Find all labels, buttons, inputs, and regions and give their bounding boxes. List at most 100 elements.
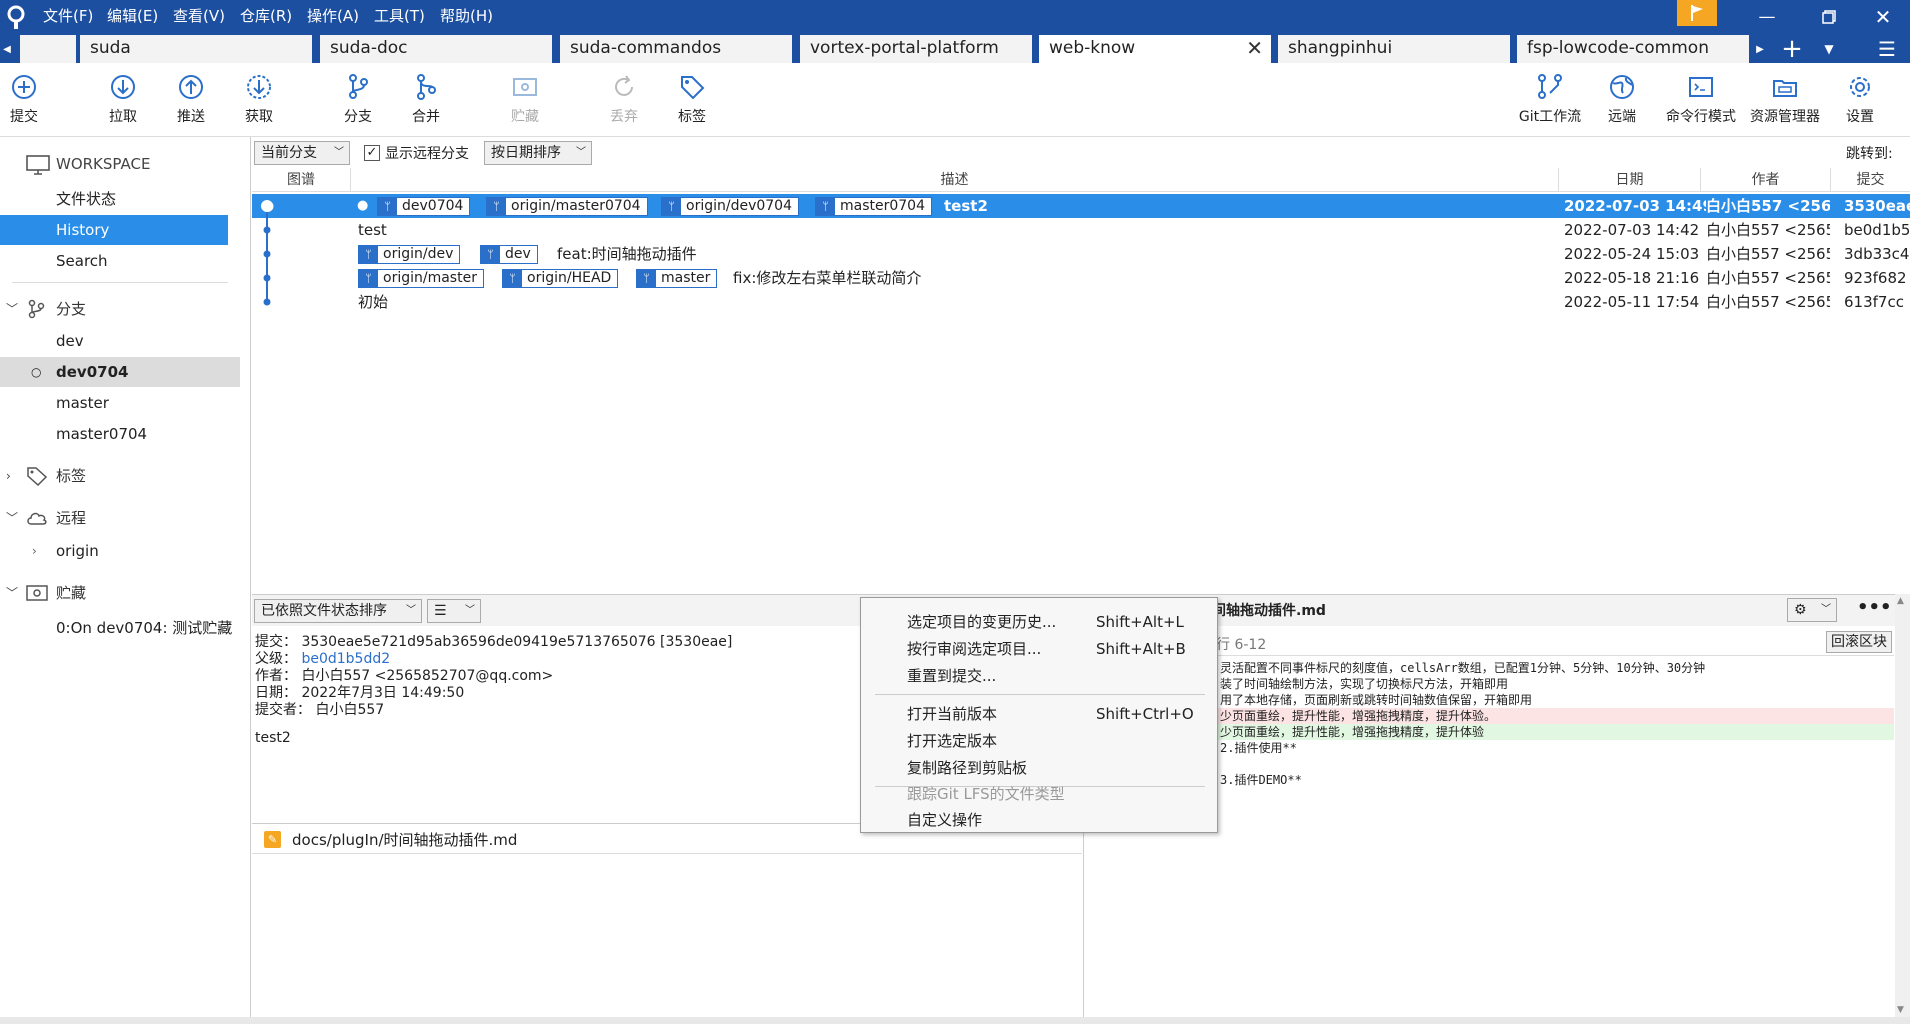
stash-button[interactable]: 贮藏	[495, 73, 555, 126]
commit-row[interactable]: 初始 2022-05-11 17:54 白小白557 <2565 613f7cc	[252, 290, 1910, 314]
ref-badge[interactable]: ᛘ origin/master	[358, 269, 484, 288]
ref-badge[interactable]: ᛘ dev0704	[377, 197, 471, 216]
tab-blank[interactable]	[20, 35, 78, 63]
vertical-scrollbar[interactable]: ▲ ▼	[1895, 594, 1910, 1017]
tab-suda-doc[interactable]: suda-doc	[320, 35, 554, 63]
show-remote-checkbox[interactable]: ✓	[364, 145, 380, 161]
sidebar-branch-master[interactable]: master	[0, 388, 240, 418]
branch-filter-select[interactable]: 当前分支 ﹀	[254, 141, 350, 165]
remote-button[interactable]: 远端	[1592, 73, 1652, 126]
view-mode-select[interactable]: ☰ ﹀	[427, 599, 481, 623]
stashes-label: 贮藏	[56, 584, 87, 602]
branch-filter-value: 当前分支	[261, 145, 317, 161]
menu-item-blame[interactable]: 按行审阅选定项目... Shift+Alt+B	[861, 636, 1217, 662]
column-header-commit[interactable]: 提交	[1830, 168, 1910, 192]
sort-select[interactable]: 按日期排序 ﹀	[484, 141, 592, 165]
branch-icon: ᛘ	[359, 270, 378, 287]
jump-to-label[interactable]: 跳转到:	[1846, 143, 1893, 163]
sidebar-item-history[interactable]: History	[0, 215, 228, 245]
tab-list-dropdown[interactable]: ▼	[1818, 39, 1840, 59]
fetch-button[interactable]: 获取	[229, 73, 289, 126]
tab-shangpinhui[interactable]: shangpinhui	[1278, 35, 1512, 63]
menu-item-custom-actions[interactable]: 自定义操作	[861, 807, 1217, 833]
tab-vortex-portal-platform[interactable]: vortex-portal-platform	[800, 35, 1034, 63]
menu-file[interactable]: 文件(F)	[43, 5, 93, 26]
column-header-author[interactable]: 作者	[1700, 168, 1830, 192]
commit-row[interactable]: ᛘ origin/master ᛘ origin/HEAD ᛘ master fix:…	[252, 266, 1910, 290]
hamburger-menu-button[interactable]: ☰	[1872, 37, 1902, 61]
close-window-button[interactable]: ✕	[1856, 0, 1910, 33]
column-header-description[interactable]: 描述	[350, 168, 1558, 192]
explorer-button[interactable]: 资源管理器	[1744, 73, 1826, 126]
column-header-date[interactable]: 日期	[1558, 168, 1700, 192]
commit-date: 2022-07-03 14:49	[1564, 197, 1706, 215]
tab-label: shangpinhui	[1288, 38, 1393, 58]
menu-item-copy-path[interactable]: 复制路径到剪贴板	[861, 755, 1217, 781]
ref-badge[interactable]: ᛘ master0704	[815, 197, 932, 216]
merge-button[interactable]: 合并	[396, 73, 456, 126]
ref-badge[interactable]: ᛘ origin/dev0704	[661, 197, 799, 216]
branch-icon: ᛘ	[378, 198, 397, 215]
sidebar-branch-master0704[interactable]: master0704	[0, 419, 240, 449]
ref-badge[interactable]: ᛘ dev	[480, 245, 538, 264]
gitflow-button[interactable]: Git工作流	[1511, 73, 1589, 126]
commit-row[interactable]: ◎ ● ᛘdev0704 ᛘorigin/master0704 ᛘorigin/…	[252, 194, 1910, 218]
sidebar-item-search[interactable]: Search	[0, 246, 240, 276]
column-header-graph[interactable]: 图谱	[252, 168, 350, 192]
sidebar-stash-item[interactable]: 0:On dev0704: 测试贮藏	[0, 613, 240, 643]
more-options-icon[interactable]: •••	[1857, 597, 1892, 618]
tab-close-icon[interactable]: ✕	[1246, 35, 1263, 61]
commit-button[interactable]: 提交	[0, 73, 54, 126]
tab-fsp-lowcode-common[interactable]: fsp-lowcode-common	[1517, 35, 1751, 63]
tab-web-know[interactable]: web-know ✕	[1039, 35, 1273, 63]
tab-suda[interactable]: suda	[80, 35, 314, 63]
rollback-hunk-button[interactable]: 回滚区块	[1826, 631, 1892, 653]
ref-badge[interactable]: ᛘ master	[636, 269, 718, 288]
terminal-button[interactable]: 命令行模式	[1660, 73, 1742, 126]
pull-label: 拉取	[109, 109, 137, 125]
tag-button[interactable]: 标签	[662, 73, 722, 126]
file-sort-select[interactable]: 已依照文件状态排序 ﹀	[254, 599, 422, 623]
ref-badge[interactable]: ᛘ origin/master0704	[486, 197, 648, 216]
tab-scroll-left-button[interactable]: ◀	[0, 41, 14, 57]
menu-item-reset-to-commit[interactable]: 重置到提交...	[861, 663, 1217, 689]
menu-view[interactable]: 查看(V)	[173, 5, 225, 26]
commit-row[interactable]: test 2022-07-03 14:42 白小白557 <2565 be0d1…	[252, 218, 1910, 242]
discard-button[interactable]: 丢弃	[594, 73, 654, 126]
tab-scroll-right-button[interactable]: ▶	[1753, 41, 1767, 57]
horizontal-scrollbar[interactable]	[0, 1017, 1910, 1024]
menu-item-open-selected[interactable]: 打开选定版本	[861, 728, 1217, 754]
pull-button[interactable]: 拉取	[93, 73, 153, 126]
sidebar-branch-dev[interactable]: dev	[0, 326, 240, 356]
maximize-button[interactable]	[1802, 0, 1856, 33]
menu-actions[interactable]: 操作(A)	[307, 5, 359, 26]
commit-row[interactable]: ᛘ origin/dev ᛘ dev feat:时间轴拖动插件 2022-05-24…	[252, 242, 1910, 266]
branch-button[interactable]: 分支	[328, 73, 388, 126]
menu-tools[interactable]: 工具(T)	[374, 5, 425, 26]
menu-item-history[interactable]: 选定项目的变更历史... Shift+Alt+L	[861, 609, 1217, 635]
push-button[interactable]: 推送	[161, 73, 221, 126]
flag-button[interactable]	[1677, 0, 1717, 26]
sidebar-item-file-status[interactable]: 文件状态	[0, 184, 240, 214]
ref-badge[interactable]: ᛘ origin/dev	[358, 245, 461, 264]
new-tab-button[interactable]: +	[1777, 34, 1807, 64]
menu-edit[interactable]: 编辑(E)	[107, 5, 158, 26]
tab-suda-commandos[interactable]: suda-commandos	[560, 35, 794, 63]
branches-header[interactable]: ﹀ 分支	[0, 294, 240, 324]
ref-badge[interactable]: ᛘ origin/HEAD	[502, 269, 619, 288]
scroll-down-icon[interactable]: ▼	[1897, 1005, 1904, 1015]
menu-repository[interactable]: 仓库(R)	[240, 5, 292, 26]
menu-item-open-current[interactable]: 打开当前版本 Shift+Ctrl+O	[861, 701, 1217, 727]
sidebar-remote-origin[interactable]: › origin	[0, 536, 240, 566]
remotes-header[interactable]: ﹀ 远程	[0, 503, 240, 533]
scroll-up-icon[interactable]: ▲	[1897, 596, 1904, 606]
diff-settings-button[interactable]: ⚙ ﹀	[1787, 598, 1837, 622]
stashes-header[interactable]: ﹀ 贮藏	[0, 578, 240, 608]
settings-button[interactable]: 设置	[1830, 73, 1890, 126]
sidebar-branch-dev0704[interactable]: ○ dev0704	[0, 357, 240, 387]
minimize-button[interactable]: —	[1740, 0, 1794, 33]
tags-header[interactable]: › 标签	[0, 461, 240, 491]
menu-item-label: 按行审阅选定项目...	[907, 640, 1042, 658]
chevron-down-icon: ﹀	[465, 605, 475, 616]
menu-help[interactable]: 帮助(H)	[440, 5, 493, 26]
